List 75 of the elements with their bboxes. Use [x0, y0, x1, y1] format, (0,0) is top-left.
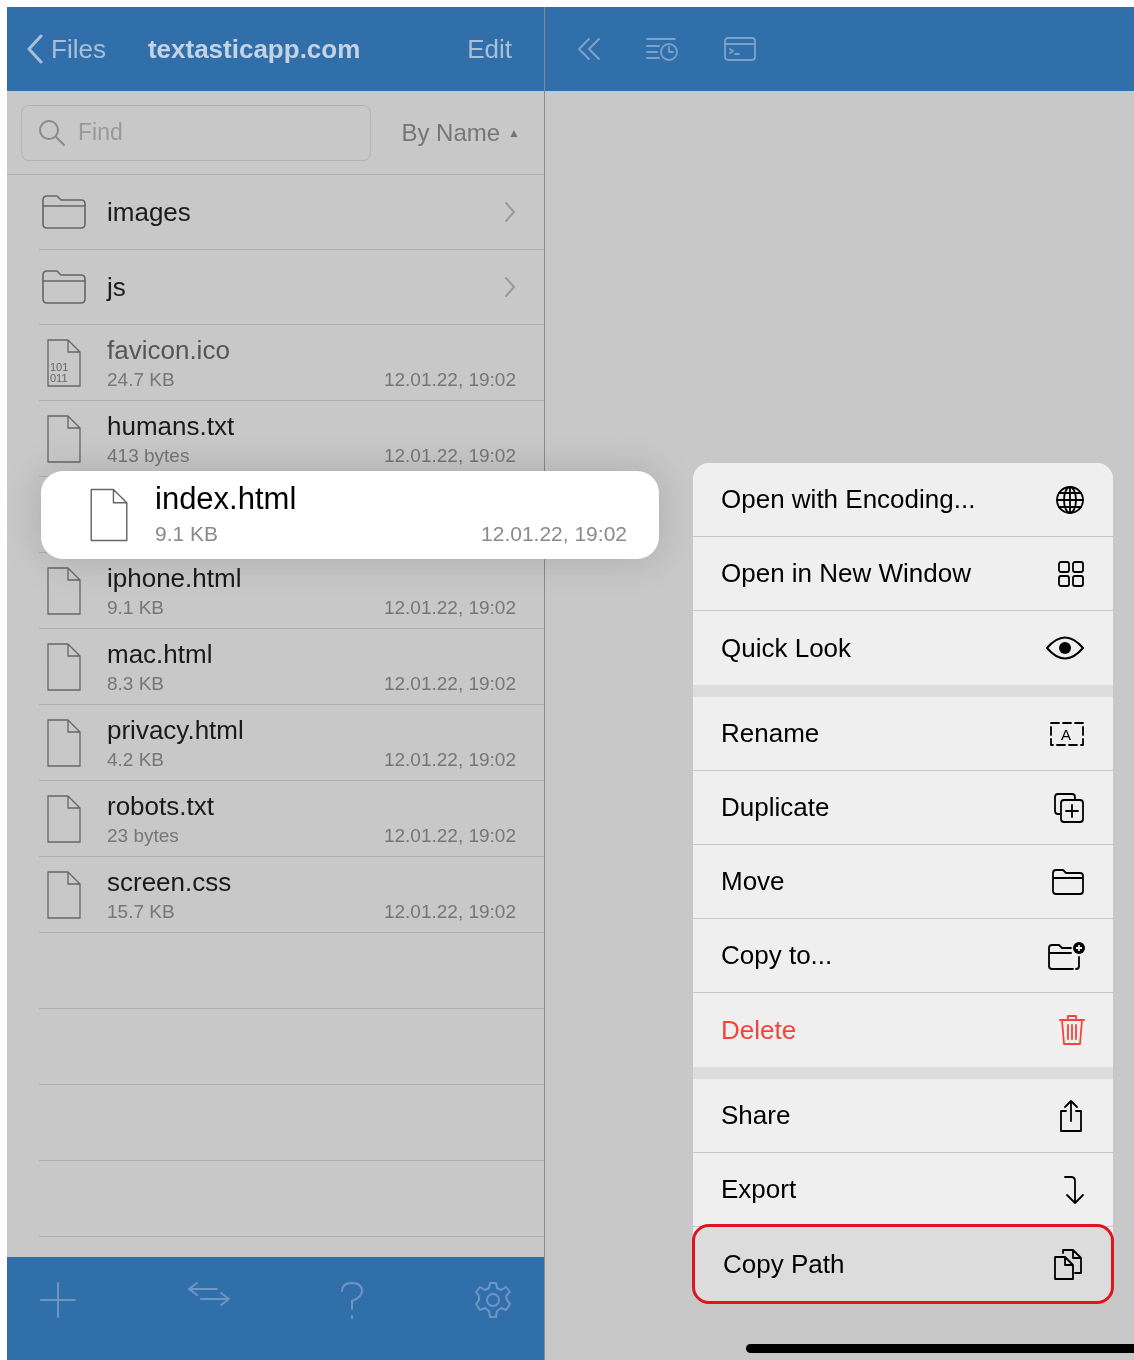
- file-date: 12.01.22, 19:02: [383, 444, 516, 469]
- duplicate-icon: [1053, 791, 1085, 824]
- folder-plus-icon: [1047, 940, 1085, 971]
- file-name: iphone.html: [107, 562, 243, 595]
- share-icon: [1057, 1098, 1085, 1133]
- text-field-icon: A: [1049, 720, 1085, 747]
- document-icon: [46, 413, 82, 464]
- double-chevron-left-icon[interactable]: [577, 37, 601, 61]
- menu-item[interactable]: Copy Path: [695, 1227, 1111, 1301]
- file-row[interactable]: screen.css 15.7 KB 12.01.22, 19:02: [39, 857, 544, 933]
- folder-row[interactable]: images: [39, 175, 544, 250]
- file-size: 413 bytes: [107, 444, 190, 469]
- file-preview-menu[interactable]: index.html 9.1 KB 12.01.22, 19:02: [41, 471, 659, 559]
- file-size: 9.1 KB: [155, 521, 219, 548]
- menu-item[interactable]: Share: [693, 1079, 1113, 1153]
- file-size: 24.7 KB: [107, 368, 175, 393]
- document-icon: [46, 869, 82, 920]
- file-date: 12.01.22, 19:02: [383, 748, 516, 773]
- chevron-right-icon: [504, 276, 516, 298]
- file-row[interactable]: 101 011 favicon.ico 24.7 KB 12.01.22, 19:02: [39, 325, 544, 401]
- folder-icon: [1051, 867, 1085, 896]
- menu-item[interactable]: Copy to...: [693, 919, 1113, 993]
- file-date: 12.01.22, 19:02: [383, 368, 516, 393]
- file-size: 8.3 KB: [107, 672, 165, 697]
- file-name: favicon.ico: [107, 334, 231, 367]
- file-date: 12.01.22, 19:02: [383, 672, 516, 697]
- menu-item[interactable]: Duplicate: [693, 771, 1113, 845]
- plus-icon[interactable]: [39, 1281, 77, 1319]
- gear-icon[interactable]: [473, 1281, 512, 1319]
- document-icon: [89, 487, 129, 543]
- file-name: index.html: [155, 480, 298, 519]
- folder-icon: [41, 269, 87, 305]
- chevron-left-icon: [27, 34, 43, 64]
- file-size: 9.1 KB: [107, 596, 165, 621]
- swap-arrows-icon[interactable]: [186, 1281, 231, 1307]
- file-row[interactable]: mac.html 8.3 KB 12.01.22, 19:02: [39, 629, 544, 705]
- question-icon[interactable]: [340, 1281, 365, 1321]
- file-name: robots.txt: [107, 790, 215, 823]
- file-name: screen.css: [107, 866, 233, 899]
- file-size: 15.7 KB: [107, 900, 175, 925]
- file-row[interactable]: robots.txt 23 bytes 12.01.22, 19:02: [39, 781, 544, 857]
- arrow-down-icon: [1061, 1174, 1085, 1205]
- file-date: 12.01.22, 19:02: [383, 900, 516, 925]
- file-row[interactable]: privacy.html 4.2 KB 12.01.22, 19:02: [39, 705, 544, 781]
- menu-item[interactable]: Move: [693, 845, 1113, 919]
- file-date: 12.01.22, 19:02: [383, 596, 516, 621]
- document-icon: [46, 565, 82, 616]
- document-icon: [46, 641, 82, 692]
- file-name: mac.html: [107, 638, 214, 671]
- menu-item[interactable]: Open with Encoding...: [693, 463, 1113, 537]
- folder-title: textasticapp.com: [147, 32, 361, 66]
- documents-icon: [1053, 1247, 1083, 1281]
- chevron-right-icon: [504, 201, 516, 223]
- file-name: privacy.html: [107, 714, 245, 747]
- folder-row[interactable]: js: [39, 250, 544, 325]
- menu-item[interactable]: Open in New Window: [693, 537, 1113, 611]
- globe-icon: [1055, 484, 1085, 515]
- file-size: 23 bytes: [107, 824, 179, 849]
- folder-name: js: [107, 270, 126, 304]
- menu-item[interactable]: Quick Look: [693, 611, 1113, 685]
- document-icon: [46, 717, 82, 768]
- eye-icon: [1045, 635, 1085, 661]
- menu-item[interactable]: Rename A: [693, 697, 1113, 771]
- file-date: 12.01.22, 19:02: [481, 521, 627, 548]
- search-icon: [38, 118, 66, 147]
- grid-icon: [1057, 559, 1085, 588]
- file-date: 12.01.22, 19:02: [383, 824, 516, 849]
- file-name: humans.txt: [107, 410, 236, 443]
- file-size: 4.2 KB: [107, 748, 165, 773]
- folder-icon: [41, 194, 87, 230]
- terminal-icon[interactable]: [723, 36, 757, 62]
- list-clock-icon[interactable]: [645, 36, 679, 62]
- document-icon: [46, 793, 82, 844]
- trash-icon: [1059, 1014, 1085, 1046]
- folder-name: images: [107, 195, 191, 229]
